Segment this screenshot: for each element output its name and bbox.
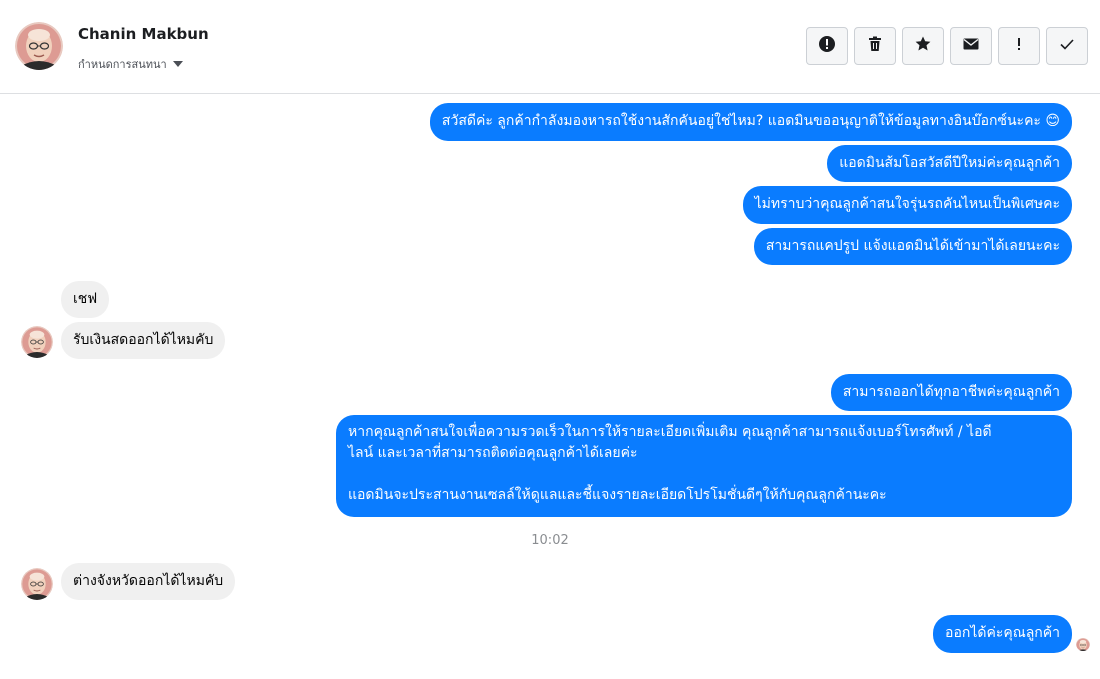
contact-avatar[interactable]: [15, 22, 63, 70]
message-text: ต่างจังหวัดออกได้ไหมคับ: [73, 573, 224, 589]
outgoing-message[interactable]: สวัสดีค่ะ ลูกค้ากำลังมองหารถใช้งานสักคัน…: [429, 103, 1072, 141]
timestamp: 10:02: [531, 533, 569, 548]
outgoing-message[interactable]: สามารถแคปรูป แจ้งแอดมินได้เข้ามาได้เลยนะ…: [753, 228, 1072, 265]
trash-icon: [866, 35, 884, 57]
message-text: สามารถออกได้ทุกอาชีพค่ะคุณลูกค้า: [842, 384, 1060, 400]
conversation-setting-label: กำหนดการสนทนา: [78, 58, 167, 71]
outgoing-message[interactable]: หากคุณลูกค้าสนใจเพื่อความรวดเร็วในการให้…: [336, 415, 1072, 517]
incoming-message[interactable]: เชฟ: [61, 281, 110, 318]
conversation-header: Chanin Makbun กำหนดการสนทนา: [0, 0, 1100, 94]
outgoing-message[interactable]: ออกได้ค่ะคุณลูกค้า: [933, 615, 1072, 653]
message-text: ไม่ทราบว่าคุณลูกค้าสนใจรุ่นรถคันไหนเป็นพ…: [754, 196, 1060, 212]
follow-up-button[interactable]: [998, 27, 1040, 65]
message-text: สวัสดีค่ะ ลูกค้ากำลังมองหารถใช้งานสักคัน…: [441, 113, 1060, 129]
seen-receipt-avatar: [1076, 637, 1090, 651]
outgoing-message[interactable]: แอดมินส้มโอสวัสดีปีใหม่ค่ะคุณลูกค้า: [827, 145, 1072, 182]
message-text: เชฟ: [73, 291, 98, 307]
sender-avatar[interactable]: [21, 568, 53, 600]
star-button[interactable]: [902, 27, 944, 65]
contact-name[interactable]: Chanin Makbun: [78, 25, 209, 43]
incoming-message[interactable]: ต่างจังหวัดออกได้ไหมคับ: [61, 563, 236, 600]
message-text-line: แอดมินจะประสานงานเซลล์ให้ดูแลและชี้แจงรา…: [348, 487, 887, 503]
mark-done-button[interactable]: [1046, 27, 1088, 65]
message-text-line: ไลน์ และเวลาที่สามารถติดต่อคุณลูกค้าได้เ…: [348, 445, 638, 461]
exclamation-icon: [1010, 35, 1028, 57]
conversation-setting-dropdown[interactable]: กำหนดการสนทนา: [78, 55, 183, 73]
message-text: รับเงินสดออกได้ไหมคับ: [73, 332, 214, 348]
sender-avatar[interactable]: [21, 326, 53, 358]
checkmark-icon: [1058, 35, 1076, 57]
incoming-message[interactable]: รับเงินสดออกได้ไหมคับ: [61, 322, 226, 359]
outgoing-message[interactable]: สามารถออกได้ทุกอาชีพค่ะคุณลูกค้า: [830, 374, 1072, 411]
message-text: ออกได้ค่ะคุณลูกค้า: [945, 625, 1060, 641]
envelope-icon: [962, 35, 980, 57]
message-text-line: หากคุณลูกค้าสนใจเพื่อความรวดเร็วในการให้…: [348, 424, 992, 440]
message-text: แอดมินส้มโอสวัสดีปีใหม่ค่ะคุณลูกค้า: [839, 155, 1060, 171]
star-icon: [914, 35, 932, 57]
conversation-toolbar: [806, 27, 1088, 65]
message-text: สามารถแคปรูป แจ้งแอดมินได้เข้ามาได้เลยนะ…: [765, 238, 1060, 254]
delete-button[interactable]: [854, 27, 896, 65]
mark-unread-button[interactable]: [950, 27, 992, 65]
alert-icon: [818, 35, 836, 57]
mark-spam-button[interactable]: [806, 27, 848, 65]
caret-down-icon: [172, 61, 183, 67]
outgoing-message[interactable]: ไม่ทราบว่าคุณลูกค้าสนใจรุ่นรถคันไหนเป็นพ…: [742, 186, 1072, 224]
